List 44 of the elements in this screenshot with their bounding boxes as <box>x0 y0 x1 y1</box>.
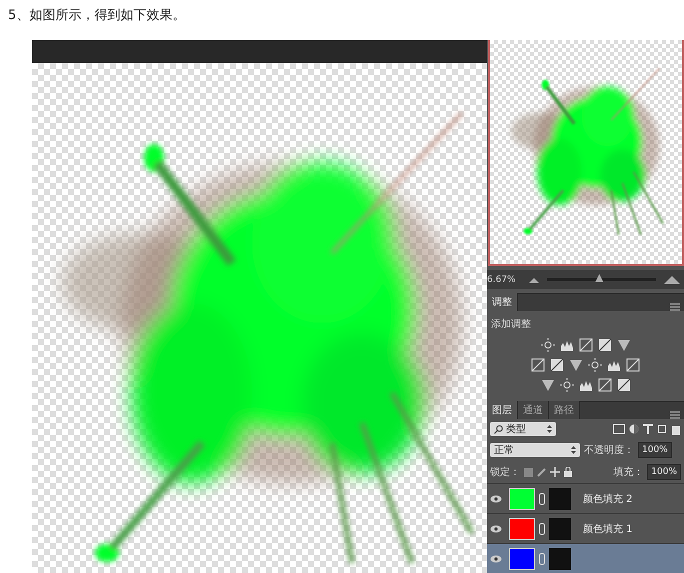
adjustment-icon[interactable] <box>540 378 554 392</box>
lock-label: 锁定： <box>490 466 520 480</box>
transform-icon[interactable] <box>657 424 667 434</box>
link-icon[interactable] <box>539 552 545 565</box>
panel-title: 添加调整 <box>490 318 532 332</box>
caret-icon <box>547 425 552 434</box>
eye-icon[interactable] <box>490 554 502 563</box>
type-icon[interactable] <box>643 424 653 434</box>
fill-label: 填充： <box>613 466 644 480</box>
search-icon <box>494 424 503 434</box>
mask-thumbnail <box>549 488 571 510</box>
menu-icon[interactable] <box>670 303 680 312</box>
eye-icon[interactable] <box>490 494 502 503</box>
panel-tab[interactable]: 图层 <box>487 401 518 420</box>
layer-row[interactable] <box>487 543 684 573</box>
link-icon[interactable] <box>539 492 545 505</box>
lock-icon[interactable] <box>564 467 572 478</box>
opacity-field[interactable]: 100% <box>638 442 672 458</box>
adjustment-icon[interactable] <box>598 338 612 352</box>
adjustment-icon[interactable] <box>616 338 630 352</box>
filter-value: 类型 <box>506 422 527 436</box>
mask-thumbnail <box>549 548 571 570</box>
layer-name: 颜色填充 1 <box>583 522 633 536</box>
adjustment-icon[interactable] <box>550 358 564 372</box>
half-circle-icon[interactable] <box>629 424 639 434</box>
heading-text: 5、如图所示，得到如下效果。 <box>7 7 186 25</box>
fill-field[interactable]: 100% <box>647 464 681 480</box>
panel-tab[interactable]: 调整 <box>487 293 518 312</box>
eye-icon[interactable] <box>490 524 502 533</box>
panel-tab[interactable]: 通道 <box>518 401 549 420</box>
layer-name: 颜色填充 2 <box>583 492 633 506</box>
opacity-label: 不透明度： <box>584 444 634 458</box>
filter-dropdown[interactable]: 类型 <box>490 422 556 436</box>
adjustment-icon[interactable] <box>569 358 583 372</box>
menu-icon[interactable] <box>670 411 680 420</box>
panel-tab[interactable]: 路径 <box>549 401 580 420</box>
adjustment-icon[interactable] <box>616 378 630 392</box>
caret-icon <box>571 446 576 454</box>
link-icon[interactable] <box>539 522 545 535</box>
zoom-slider-thumb[interactable] <box>595 274 604 282</box>
zoom-level[interactable]: 6.67% <box>487 274 521 284</box>
blend-mode-dropdown[interactable]: 正常 <box>490 443 580 458</box>
move-icon[interactable] <box>550 467 560 478</box>
mask-thumbnail <box>549 518 571 540</box>
